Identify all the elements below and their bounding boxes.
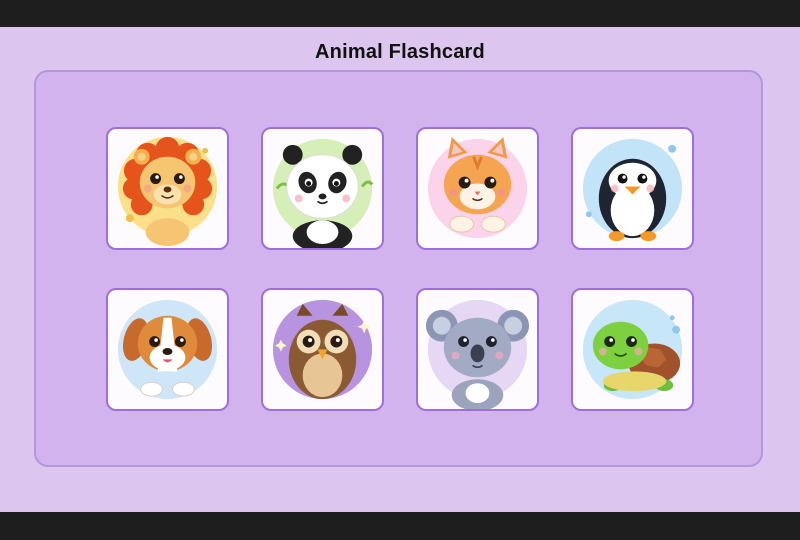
- flashcard-turtle[interactable]: [571, 288, 694, 411]
- page-title: Animal Flashcard: [315, 41, 485, 63]
- bottom-letterbox: [0, 512, 800, 540]
- flashcard-owl[interactable]: [261, 288, 384, 411]
- flashcard-board: [34, 70, 763, 467]
- dog-icon: [117, 299, 218, 400]
- penguin-icon: [582, 138, 683, 242]
- flashcard-cat[interactable]: [416, 127, 539, 250]
- top-letterbox: [0, 0, 800, 27]
- flashcard-koala[interactable]: [416, 288, 539, 411]
- owl-icon: [272, 299, 373, 400]
- lion-icon: [117, 136, 218, 247]
- flashcard-lion[interactable]: [106, 127, 229, 250]
- panda-icon: [272, 138, 374, 248]
- flashcard-penguin[interactable]: [571, 127, 694, 250]
- flashcard-panda[interactable]: [261, 127, 384, 250]
- game-stage: Animal Flashcard: [0, 27, 800, 512]
- flashcard-dog[interactable]: [106, 288, 229, 411]
- turtle-icon: [582, 299, 683, 400]
- cat-icon: [427, 136, 528, 239]
- koala-icon: [425, 299, 530, 409]
